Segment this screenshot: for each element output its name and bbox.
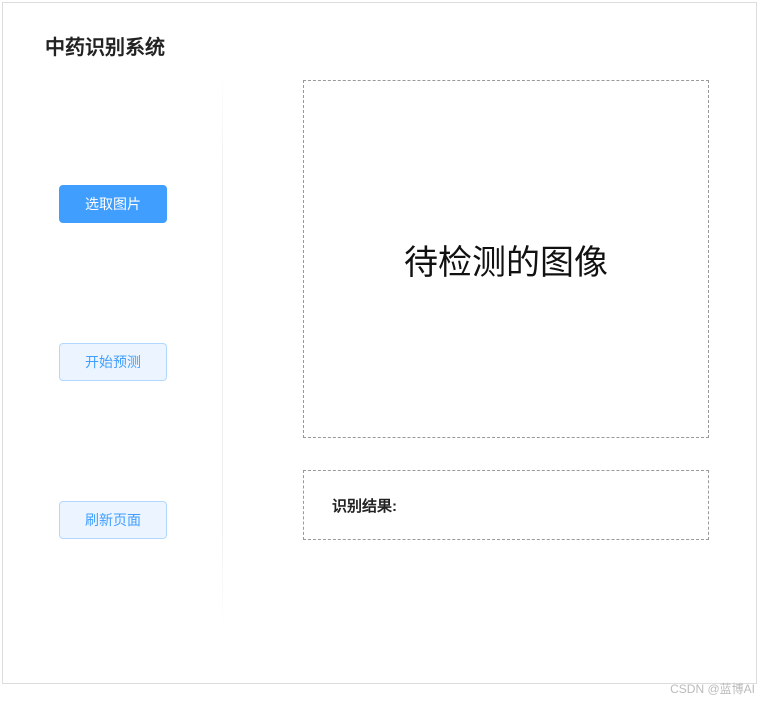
result-box: 识别结果: bbox=[303, 470, 709, 540]
select-image-button[interactable]: 选取图片 bbox=[59, 185, 167, 223]
page-title: 中药识别系统 bbox=[3, 3, 756, 60]
start-predict-button[interactable]: 开始预测 bbox=[59, 343, 167, 381]
watermark: CSDN @蓝博AI bbox=[670, 680, 755, 697]
refresh-page-button[interactable]: 刷新页面 bbox=[59, 501, 167, 539]
app-container: 中药识别系统 选取图片 开始预测 刷新页面 待检测的图像 识别结果: bbox=[2, 2, 757, 684]
layout: 选取图片 开始预测 刷新页面 待检测的图像 识别结果: bbox=[3, 60, 756, 670]
result-label: 识别结果: bbox=[332, 495, 397, 516]
main-content: 待检测的图像 识别结果: bbox=[223, 60, 756, 670]
image-preview-box: 待检测的图像 bbox=[303, 80, 709, 438]
sidebar: 选取图片 开始预测 刷新页面 bbox=[3, 60, 223, 670]
image-placeholder-text: 待检测的图像 bbox=[404, 235, 608, 284]
